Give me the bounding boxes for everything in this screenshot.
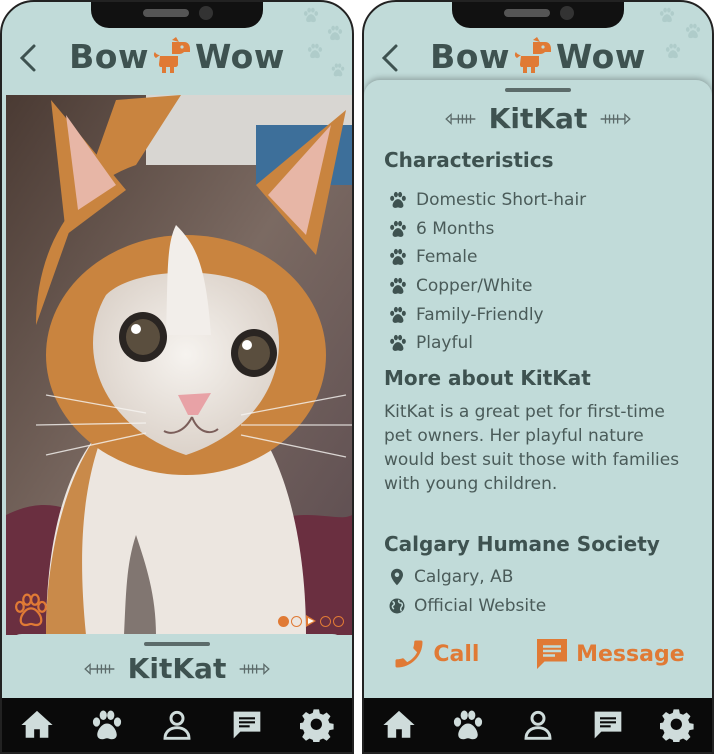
logo-text-right: Wow [194,36,285,76]
nav-messages[interactable] [586,703,630,747]
characteristics-heading: Characteristics [384,148,554,172]
message-icon [537,639,568,669]
photo-carousel-indicator[interactable] [278,615,344,627]
carousel-dot[interactable] [291,615,302,627]
phone-icon [395,640,423,668]
logo-text-left: Bow [69,36,149,76]
bottom-nav [364,698,712,752]
logo-text-left: Bow [430,36,510,76]
nav-settings[interactable] [295,703,339,747]
carousel-dot[interactable] [333,615,344,627]
characteristic-item: Domestic Short-hair [388,186,586,215]
nav-messages[interactable] [225,703,269,747]
cat-photo-illustration [6,95,352,635]
fishbone-right-icon [599,111,635,127]
message-button[interactable]: Message [534,636,685,672]
fishbone-left-icon [80,661,116,677]
phone-notch [91,2,263,28]
carousel-video-icon[interactable] [306,615,316,627]
paw-bullet-icon [388,247,408,267]
settings-icon [660,709,694,742]
nav-home[interactable] [15,703,59,747]
paw-bullet-icon [388,276,408,296]
pet-details-card[interactable]: KitKat Characteristics Domestic Short-ha… [364,80,712,698]
pet-name: KitKat [488,102,588,135]
bottom-nav [2,698,352,752]
globe-icon [389,598,405,614]
nav-pets[interactable] [85,703,129,747]
nav-pets[interactable] [446,703,490,747]
characteristic-item: Family-Friendly [388,300,586,329]
paw-bullet-icon [388,190,408,210]
call-button[interactable]: Call [391,636,479,672]
app-logo: Bow Wow [364,36,712,76]
profile-icon [163,710,191,740]
app-logo: Bow Wow [2,36,352,76]
nav-profile[interactable] [516,703,560,747]
app-header: Bow Wow [2,30,352,90]
shelter-location: Calgary, AB [388,563,546,592]
left-phone-screen: Bow Wow KitKat [0,0,354,754]
call-label: Call [433,641,480,667]
message-label: Message [576,641,685,667]
shelter-info-list: Calgary, AB Official Website [388,563,546,620]
profile-icon [524,710,552,740]
chat-icon [233,711,261,739]
drag-handle[interactable] [505,88,571,92]
right-phone-screen: Bow Wow KitKat Characteristics Domestic … [362,0,714,754]
characteristic-item: Female [388,243,586,272]
settings-icon [300,709,334,742]
characteristics-list: Domestic Short-hair 6 Months Female Copp… [388,186,586,358]
dog-logo-icon [152,36,192,76]
contact-actions: Call Message [364,636,712,672]
phone-notch [452,2,624,28]
fishbone-right-icon [238,661,274,677]
drag-handle[interactable] [144,642,210,646]
paw-icon [89,707,125,743]
nav-home[interactable] [377,703,421,747]
favorite-paw-icon[interactable] [12,591,50,629]
paw-bullet-icon [388,219,408,239]
characteristic-item: Copper/White [388,272,586,301]
shelter-website-link[interactable]: Official Website [388,592,546,621]
home-icon [383,710,415,738]
pet-name-row: KitKat [6,652,348,685]
nav-settings[interactable] [655,703,699,747]
about-text: KitKat is a great pet for first-time pet… [384,402,680,494]
chat-icon [594,711,621,739]
about-heading: More about KitKat [384,366,591,390]
nav-profile[interactable] [155,703,199,747]
shelter-name: Calgary Humane Society [384,532,660,556]
pet-photo[interactable] [6,95,352,635]
pet-name-sheet[interactable]: KitKat [6,634,348,702]
pet-name: KitKat [127,652,227,685]
paw-bullet-icon [388,333,408,353]
paw-icon [450,707,486,743]
home-icon [21,710,53,738]
characteristic-item: 6 Months [388,215,586,244]
characteristic-item: Playful [388,329,586,358]
dog-logo-icon [513,36,553,76]
carousel-dot[interactable] [278,615,289,627]
logo-text-right: Wow [555,36,646,76]
pet-name-row: KitKat [364,102,712,135]
carousel-dot[interactable] [320,615,331,627]
paw-bullet-icon [388,305,408,325]
location-pin-icon [391,569,403,586]
fishbone-left-icon [441,111,477,127]
